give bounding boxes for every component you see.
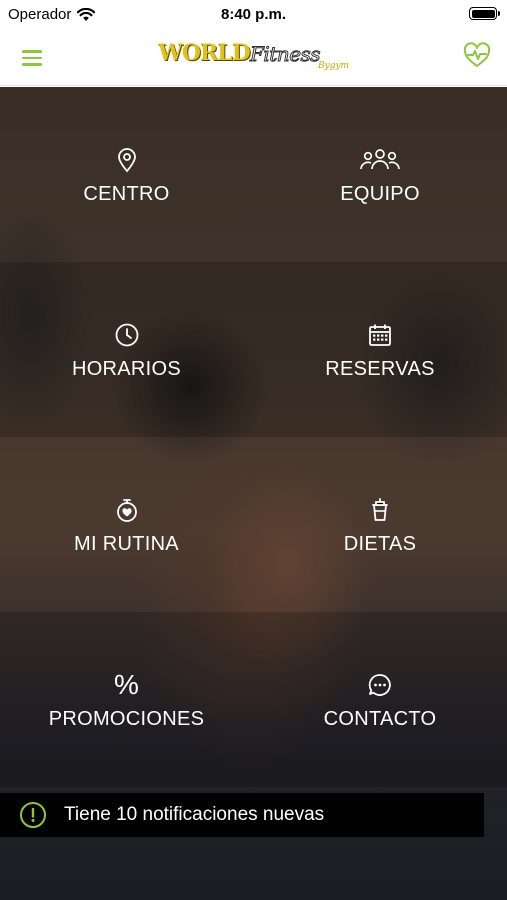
location-pin-icon: [117, 148, 136, 173]
menu-label-contacto: CONTACTO: [323, 708, 437, 730]
status-time: 8:40 p.m.: [220, 6, 287, 23]
menu-label-reservas: RESERVAS: [325, 358, 435, 380]
clock-icon: [115, 323, 138, 347]
menu-label-horarios: HORARIOS: [71, 358, 182, 380]
logo-fitness: Fitness: [249, 42, 321, 67]
nav-bar: WORLD Fitness Bygym: [0, 30, 507, 86]
menu-item-horarios[interactable]: HORARIOS: [0, 262, 253, 437]
menu-label-centro: CENTRO: [83, 183, 170, 205]
menu-item-promociones[interactable]: % PROMOCIONES: [0, 612, 253, 787]
notification-banner[interactable]: Tiene 10 notificaciones nuevas: [0, 793, 484, 837]
menu-item-contacto[interactable]: CONTACTO: [253, 612, 507, 787]
menu-item-equipo[interactable]: EQUIPO: [253, 87, 507, 262]
menu-item-dietas[interactable]: DIETAS: [253, 437, 507, 612]
menu-item-reservas[interactable]: RESERVAS: [253, 262, 507, 437]
menu-grid: CENTRO EQUIPO HORARIOS RESERVAS MI RUTIN…: [0, 87, 507, 787]
heart-pulse-icon[interactable]: [463, 42, 491, 70]
logo-bygym: Bygym: [318, 61, 350, 71]
menu-label-equipo: EQUIPO: [340, 183, 420, 205]
battery-icon: [469, 7, 500, 20]
menu-item-mi-rutina[interactable]: MI RUTINA: [0, 437, 253, 612]
alert-circle-icon: [20, 802, 46, 828]
percent-icon: %: [114, 669, 139, 700]
notification-text: Tiene 10 notificaciones nuevas: [64, 804, 325, 825]
stopwatch-heart-icon: [116, 499, 137, 522]
drink-cup-icon: [372, 498, 388, 521]
world-fitness-logo: WORLD Fitness Bygym: [158, 38, 350, 80]
status-bar: Operador 8:40 p.m.: [0, 0, 507, 30]
menu-item-centro[interactable]: CENTRO: [0, 87, 253, 262]
menu-label-promociones: PROMOCIONES: [48, 708, 205, 730]
menu-label-dietas: DIETAS: [343, 533, 417, 555]
hero-background: CENTRO EQUIPO HORARIOS RESERVAS MI RUTIN…: [0, 87, 507, 900]
hamburger-menu-icon[interactable]: [22, 45, 48, 71]
group-users-icon: [360, 149, 400, 170]
menu-label-mi-rutina: MI RUTINA: [74, 533, 179, 555]
calendar-icon: [369, 324, 391, 346]
chat-bubble-icon: [368, 674, 391, 696]
logo-world: WORLD: [158, 40, 251, 66]
